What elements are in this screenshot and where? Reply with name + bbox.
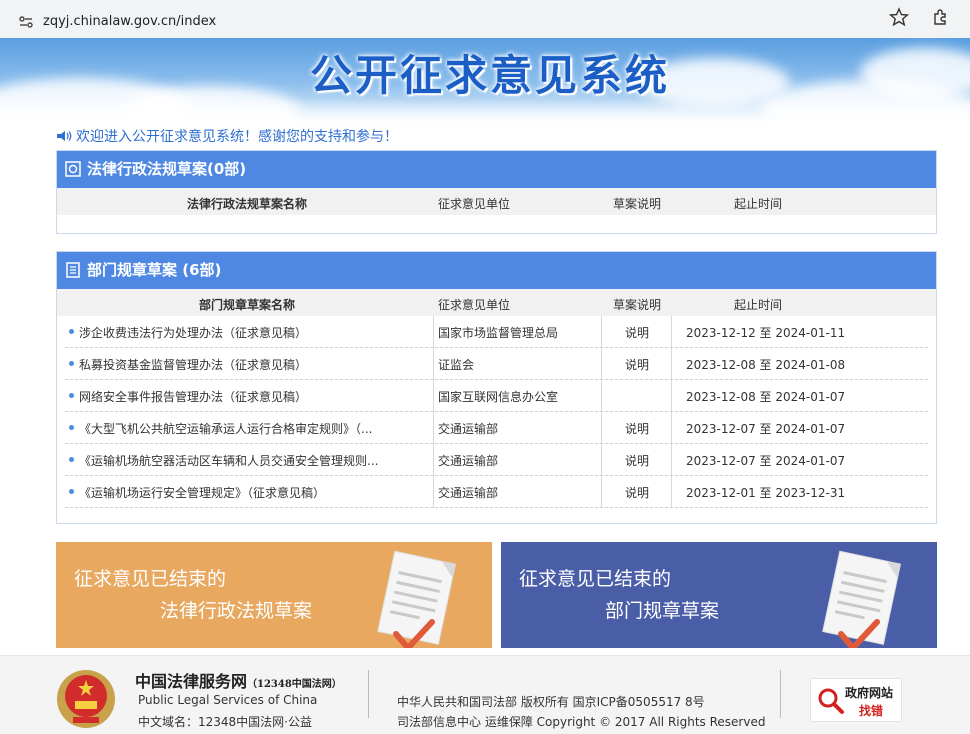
dept-table-header: 部门规章草案名称 征求意见单位 草案说明 起止时间	[57, 289, 936, 316]
footer-copyright-2: 司法部信息中心 运维保障 Copyright © 2017 All Rights…	[397, 715, 766, 729]
footer-domain: 中文域名：12348中国法网·公益	[138, 715, 312, 729]
address-bar[interactable]: zqyj.chinalaw.gov.cn/index	[6, 4, 920, 33]
footer-english-name: Public Legal Services of China	[138, 693, 318, 707]
banner-title: 公开征求意见系统	[309, 51, 670, 100]
table-row: 网络安全事件报告管理办法（征求意见稿） 国家互联网信息办公室 2023-12-0…	[57, 380, 936, 412]
draft-note-link[interactable]: 说明	[625, 452, 649, 469]
draft-unit: 交通运输部	[438, 454, 499, 468]
browser-toolbar: zqyj.chinalaw.gov.cn/index	[0, 0, 970, 38]
draft-period: 2023-12-07 至 2024-01-07	[686, 454, 846, 468]
col-period: 起止时间	[734, 197, 783, 211]
draft-name-link[interactable]: 网络安全事件报告管理办法（征求意见稿）	[79, 388, 429, 405]
table-row: 涉企收费违法行为处理办法（征求意见稿） 国家市场监督管理总局 说明 2023-1…	[57, 316, 936, 348]
dept-table-body: 涉企收费违法行为处理办法（征求意见稿） 国家市场监督管理总局 说明 2023-1…	[57, 316, 936, 508]
draft-period: 2023-12-08 至 2024-01-08	[686, 358, 846, 372]
gov-badge-text: 政府网站	[845, 686, 894, 700]
draft-note-link[interactable]: 说明	[625, 356, 649, 373]
footer-divider	[780, 670, 781, 718]
gov-badge-subtext: 找错	[859, 704, 884, 718]
draft-period: 2023-12-08 至 2024-01-07	[686, 390, 846, 404]
footer-divider	[368, 670, 369, 718]
draft-period: 2023-12-07 至 2024-01-07	[686, 422, 846, 436]
col-unit: 征求意见单位	[438, 197, 511, 211]
site-banner: 公开征求意见系统	[0, 38, 970, 122]
table-row: 《运输机场运行安全管理规定》（征求意见稿） 交通运输部 说明 2023-12-0…	[57, 476, 936, 508]
draft-note-link[interactable]: 说明	[625, 484, 649, 501]
draft-name-link[interactable]: 涉企收费违法行为处理办法（征求意见稿）	[79, 324, 429, 341]
closed-law-drafts-tile[interactable]: 征求意见已结束的 法律行政法规草案	[56, 542, 492, 648]
speaker-icon	[57, 131, 72, 141]
bookmark-star-icon[interactable]	[889, 7, 909, 27]
draft-name-link[interactable]: 私募投资基金监督管理办法（征求意见稿）	[79, 356, 429, 373]
magnifier-icon	[818, 688, 844, 714]
document-icon	[65, 161, 81, 177]
tile-line-1: 征求意见已结束的	[74, 568, 227, 590]
draft-unit: 国家互联网信息办公室	[438, 390, 559, 404]
law-draft-panel: 法律行政法规草案(0部) 法律行政法规草案名称 征求意见单位 草案说明 起止时间	[56, 150, 937, 234]
col-name: 法律行政法规草案名称	[187, 197, 308, 211]
col-note: 草案说明	[613, 298, 662, 312]
col-period: 起止时间	[734, 298, 783, 312]
dept-panel-header: 部门规章草案 (6部)	[57, 252, 936, 289]
draft-note-link[interactable]: 说明	[625, 324, 649, 341]
table-row: 私募投资基金监督管理办法（征求意见稿） 证监会 说明 2023-12-08 至 …	[57, 348, 936, 380]
law-panel-header: 法律行政法规草案(0部)	[57, 151, 936, 188]
document-check-icon	[377, 550, 457, 648]
welcome-text: 欢迎进入公开征求意见系统！感谢您的支持和参与！	[76, 129, 398, 145]
col-name: 部门规章草案名称	[199, 298, 296, 312]
law-panel-title: 法律行政法规草案(0部)	[87, 160, 247, 178]
draft-name-link[interactable]: 《运输机场运行安全管理规定》（征求意见稿）	[79, 484, 429, 501]
dept-panel-title: 部门规章草案 (6部)	[87, 261, 222, 279]
dept-rule-panel: 部门规章草案 (6部) 部门规章草案名称 征求意见单位 草案说明 起止时间 涉企…	[56, 251, 937, 524]
url-text[interactable]: zqyj.chinalaw.gov.cn/index	[43, 14, 216, 29]
document-check-icon	[822, 550, 902, 648]
site-footer: 中国法律服务网（12348中国法网） Public Legal Services…	[0, 655, 970, 734]
footer-brand[interactable]: 中国法律服务网（12348中国法网）	[135, 668, 342, 692]
table-row: 《运输机场航空器活动区车辆和人员交通安全管理规则... 交通运输部 说明 202…	[57, 444, 936, 476]
list-document-icon	[66, 262, 80, 278]
tile-line-1: 征求意见已结束的	[519, 568, 672, 590]
draft-name-link[interactable]: 《运输机场航空器活动区车辆和人员交通安全管理规则...	[79, 452, 429, 469]
tile-line-2: 部门规章草案	[605, 600, 720, 622]
draft-period: 2023-12-01 至 2023-12-31	[686, 486, 846, 500]
tile-line-2: 法律行政法规草案	[160, 600, 313, 622]
col-unit: 征求意见单位	[438, 298, 511, 312]
col-note: 草案说明	[613, 197, 662, 211]
draft-unit: 交通运输部	[438, 422, 499, 436]
table-row: 《大型飞机公共航空运输承运人运行合格审定规则》（... 交通运输部 说明 202…	[57, 412, 936, 444]
closed-dept-drafts-tile[interactable]: 征求意见已结束的 部门规章草案	[501, 542, 937, 648]
gov-site-error-report-badge[interactable]: 政府网站 找错	[810, 678, 902, 722]
national-emblem-icon	[57, 670, 115, 728]
draft-unit: 交通运输部	[438, 486, 499, 500]
footer-copyright-1: 中华人民共和国司法部 版权所有 国京ICP备0505517 8号	[397, 695, 705, 709]
site-settings-icon[interactable]	[18, 14, 34, 30]
draft-period: 2023-12-12 至 2024-01-11	[686, 326, 846, 340]
extensions-icon[interactable]	[932, 8, 950, 26]
draft-name-link[interactable]: 《大型飞机公共航空运输承运人运行合格审定规则》（...	[79, 420, 429, 437]
draft-unit: 证监会	[438, 358, 475, 372]
draft-unit: 国家市场监督管理总局	[438, 326, 559, 340]
welcome-message: 欢迎进入公开征求意见系统！感谢您的支持和参与！	[56, 126, 398, 146]
law-table-header: 法律行政法规草案名称 征求意见单位 草案说明 起止时间	[57, 188, 936, 215]
draft-note-link[interactable]: 说明	[625, 420, 649, 437]
